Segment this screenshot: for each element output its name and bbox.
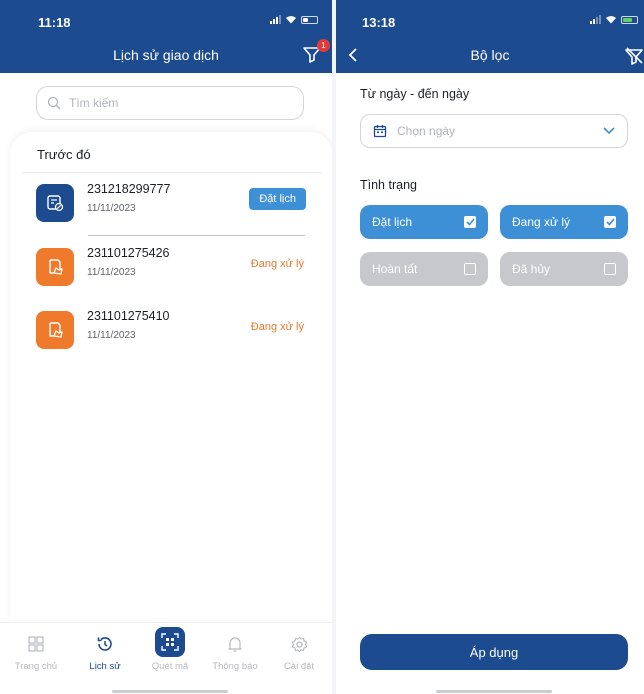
history-header: 11:18 Lịch sử giao dịch 1 [0, 0, 332, 73]
battery-icon [301, 15, 318, 24]
document-hand-icon [36, 248, 74, 286]
status-time: 11:18 [38, 15, 71, 30]
wifi-icon [606, 16, 616, 24]
transaction-code: 231101275410 [87, 309, 170, 323]
search-placeholder: Tìm kiếm [69, 96, 119, 110]
status-chip-cancelled[interactable]: Đã hủy [500, 252, 628, 286]
filter-button[interactable]: 1 [302, 39, 330, 66]
status-text: Đang xử lý [250, 258, 304, 270]
transaction-row[interactable]: 231218299777 11/11/2023 Đặt lịch [36, 180, 306, 230]
transaction-row[interactable]: 231101275426 11/11/2023 Đang xử lý [36, 244, 306, 294]
qr-scan-icon [155, 627, 185, 657]
date-placeholder: Chọn ngày [397, 124, 456, 138]
document-hand-icon [36, 311, 74, 349]
nav-label: Cài đặt [283, 661, 315, 672]
chip-label: Hoàn tất [372, 262, 418, 276]
transaction-date: 11/11/2023 [87, 267, 136, 278]
clear-filter-button[interactable] [624, 46, 644, 71]
chip-label: Đã hủy [512, 262, 551, 276]
transaction-date: 11/11/2023 [87, 203, 136, 214]
home-indicator [436, 690, 552, 693]
transaction-row[interactable]: 231101275410 11/11/2023 Đang xử lý [36, 307, 306, 357]
chevron-down-icon [603, 127, 615, 135]
page-title: Lịch sử giao dịch [113, 47, 219, 63]
nav-item-settings[interactable]: Cài đặt [269, 633, 329, 672]
status-badge: Đặt lịch [249, 188, 306, 210]
history-screen: 11:18 Lịch sử giao dịch 1 Tìm kiếm Trước… [0, 0, 332, 694]
search-input[interactable]: Tìm kiếm [36, 86, 304, 120]
apply-button[interactable]: Áp dụng [360, 634, 628, 670]
signal-icon [590, 15, 601, 24]
transaction-date: 11/11/2023 [87, 330, 136, 341]
status-chip-processing[interactable]: Đang xử lý [500, 205, 628, 239]
date-range-label: Từ ngày - đến ngày [360, 87, 470, 101]
nav-item-history[interactable]: Lịch sử [75, 633, 135, 672]
check-icon [465, 218, 475, 226]
wifi-icon [286, 16, 296, 24]
home-indicator [112, 690, 228, 693]
divider [22, 172, 322, 173]
history-clock-icon [97, 637, 112, 651]
calendar-icon [373, 125, 387, 138]
nav-label: Quét mã [151, 661, 189, 672]
status-icons [590, 15, 638, 24]
checkbox-unchecked[interactable] [604, 263, 616, 275]
nav-label: Lịch sử [89, 661, 121, 672]
nav-label: Thông báo [212, 661, 258, 672]
transaction-code: 231101275426 [87, 246, 170, 260]
status-text: Đang xử lý [250, 321, 304, 333]
nav-label: Trang chủ [14, 661, 58, 672]
bottom-nav: Trang chủ Lịch sử Quét mã Thông báo Cài … [0, 622, 332, 694]
chip-label: Đặt lịch [372, 215, 413, 229]
date-picker-input[interactable]: Chọn ngày [360, 114, 628, 148]
nav-item-notifications[interactable]: Thông báo [205, 633, 265, 672]
page-title: Bộ lọc [470, 47, 510, 63]
home-grid-icon [28, 636, 44, 652]
chip-label: Đang xử lý [512, 215, 571, 229]
status-icons [270, 15, 318, 24]
signal-icon [270, 15, 281, 24]
search-icon [47, 96, 61, 110]
section-title: Trước đó [37, 147, 91, 162]
calendar-doc-icon [36, 184, 74, 222]
bell-icon [228, 636, 242, 652]
nav-item-home[interactable]: Trang chủ [6, 633, 66, 672]
filter-header: 13:18 Bộ lọc [336, 0, 644, 73]
status-time: 13:18 [362, 15, 396, 30]
status-chip-scheduled[interactable]: Đặt lịch [360, 205, 488, 239]
checkbox-unchecked[interactable] [464, 263, 476, 275]
gear-icon [291, 636, 307, 652]
status-label: Tình trạng [360, 178, 417, 192]
filter-badge: 1 [317, 39, 330, 52]
battery-charging-icon [621, 15, 638, 24]
check-icon [605, 218, 615, 226]
filter-off-icon [625, 47, 643, 65]
status-chip-completed[interactable]: Hoàn tất [360, 252, 488, 286]
filter-screen: 13:18 Bộ lọc Từ ngày - đến ngày Chọn ngà… [336, 0, 644, 694]
checkbox-checked[interactable] [464, 216, 476, 228]
row-divider [88, 235, 305, 236]
checkbox-checked[interactable] [604, 216, 616, 228]
transaction-code: 231218299777 [87, 182, 171, 196]
nav-item-scan[interactable]: Quét mã [140, 627, 200, 672]
